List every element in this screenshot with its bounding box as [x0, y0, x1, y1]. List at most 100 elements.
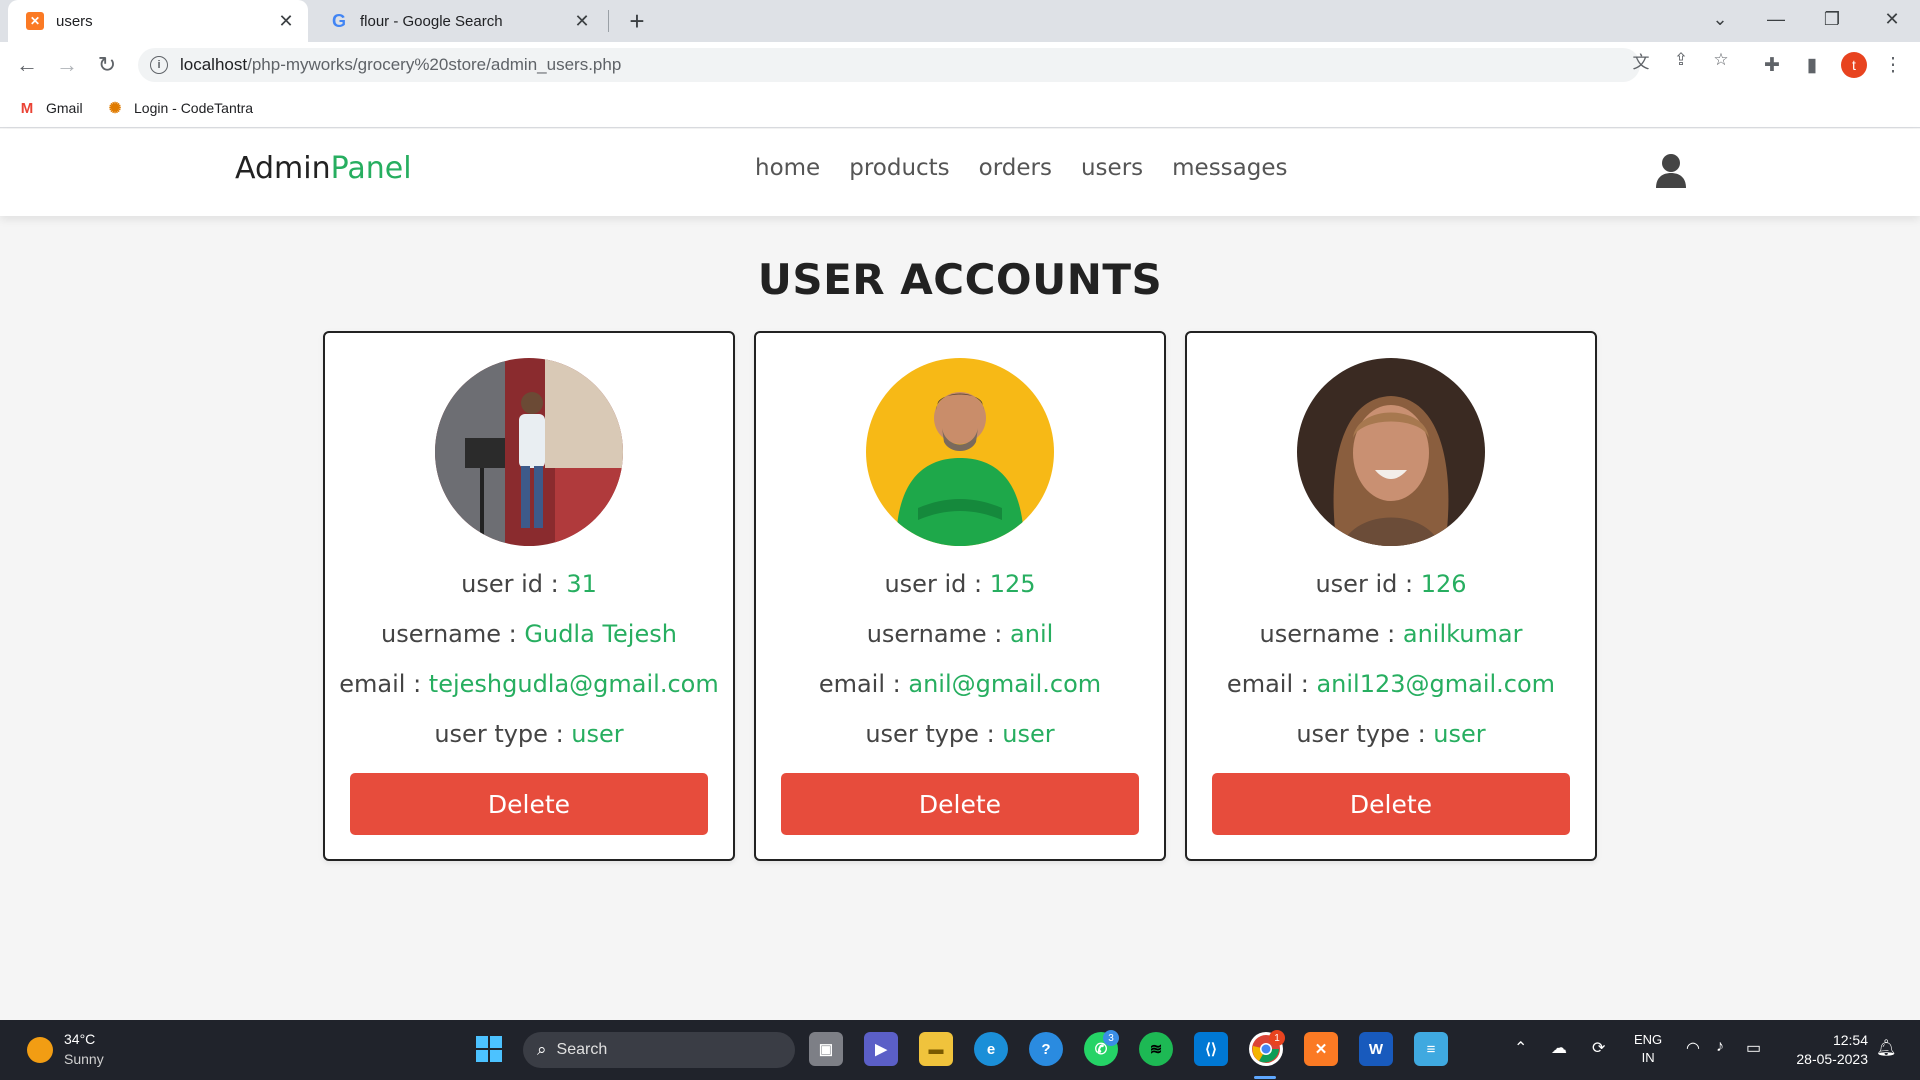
browser-toolbar: ← → ↻ i localhost/php-myworks/grocery%20… — [0, 42, 1920, 88]
tab-google-search[interactable]: G flour - Google Search ✕ — [312, 0, 604, 42]
vscode-icon[interactable]: ⟨⟩ — [1194, 1032, 1228, 1066]
gmail-icon: M — [20, 99, 34, 117]
nav-orders[interactable]: orders — [979, 155, 1052, 181]
search-icon: ⌕ — [537, 1040, 547, 1059]
taskbar-clock[interactable]: 12:54 28-05-2023 — [1780, 1031, 1868, 1069]
spotify-icon[interactable]: ≋ — [1139, 1032, 1173, 1066]
taskbar-search[interactable]: ⌕ Search — [523, 1032, 795, 1068]
url-text: localhost/php-myworks/grocery%20store/ad… — [180, 55, 622, 74]
user-icon[interactable] — [1655, 153, 1687, 189]
whatsapp-badge: 3 — [1103, 1030, 1119, 1046]
chrome-badge: 1 — [1269, 1030, 1285, 1046]
nav-home[interactable]: home — [755, 155, 820, 181]
word-icon[interactable]: W — [1359, 1032, 1393, 1066]
admin-panel-logo[interactable]: AdminPanel — [235, 151, 412, 186]
site-header: AdminPanel home products orders users me… — [0, 129, 1920, 216]
battery-icon[interactable]: ▭ — [1746, 1038, 1761, 1058]
weather-temperature[interactable]: 34°C — [64, 1031, 95, 1047]
email-value: anil@gmail.com — [908, 670, 1102, 698]
user-card: user id : 31 username : Gudla Tejesh ema… — [323, 331, 735, 861]
email-line: email : anil123@gmail.com — [1226, 670, 1556, 698]
browser-tab-bar: ✕ users ✕ G flour - Google Search ✕ + ⌄ … — [0, 0, 1920, 42]
help-icon[interactable]: ? — [1029, 1032, 1063, 1066]
user-avatar-image — [435, 358, 623, 546]
nav-messages[interactable]: messages — [1172, 155, 1287, 181]
user-card: user id : 125 username : anil email : an… — [754, 331, 1166, 861]
profile-avatar[interactable]: t — [1841, 52, 1867, 78]
user-type-value: user — [571, 720, 624, 748]
user-avatar-image — [1297, 358, 1485, 546]
bookmark-gmail[interactable]: M Gmail — [18, 96, 83, 120]
username-line: username : anilkumar — [1259, 620, 1523, 648]
tab-title: flour - Google Search — [360, 12, 503, 30]
email-value: tejeshgudla@gmail.com — [428, 670, 719, 698]
username-value: Gudla Tejesh — [524, 620, 677, 648]
site-info-icon[interactable]: i — [150, 56, 168, 74]
close-window-icon[interactable]: ✕ — [1864, 0, 1920, 38]
user-id-value: 125 — [989, 570, 1036, 598]
user-id-value: 31 — [566, 570, 597, 598]
extensions-icon[interactable]: ✚ — [1759, 52, 1785, 78]
user-id-line: user id : 31 — [461, 570, 597, 598]
email-value: anil123@gmail.com — [1316, 670, 1556, 698]
user-card: user id : 126 username : anilkumar email… — [1185, 331, 1597, 861]
tab-users[interactable]: ✕ users ✕ — [8, 0, 308, 42]
main-nav: home products orders users messages — [755, 155, 1317, 181]
language-indicator[interactable]: ENG IN — [1634, 1031, 1662, 1067]
edge-icon[interactable]: e — [974, 1032, 1008, 1066]
windows-start-icon[interactable] — [472, 1032, 506, 1066]
xampp-icon: ✕ — [26, 12, 44, 30]
user-type-line: user type : user — [865, 720, 1055, 748]
file-explorer-icon[interactable]: ▬ — [919, 1032, 953, 1066]
translate-icon[interactable]: 文 — [1630, 49, 1652, 72]
taskbar-search-label: Search — [556, 1041, 608, 1058]
user-type-line: user type : user — [1296, 720, 1486, 748]
side-panel-icon[interactable]: ▮ — [1799, 52, 1825, 78]
back-icon[interactable]: ← — [12, 50, 42, 80]
menu-kebab-icon[interactable]: ⋮ — [1880, 52, 1906, 78]
xampp-taskbar-icon[interactable]: ✕ — [1304, 1032, 1338, 1066]
tab-separator — [608, 10, 609, 32]
user-type-value: user — [1002, 720, 1055, 748]
bookmarks-bar: M Gmail ✺ Login - CodeTantra — [0, 88, 1920, 128]
onedrive-cloud-icon[interactable]: ☁ — [1551, 1038, 1567, 1058]
bookmark-star-icon[interactable]: ☆ — [1710, 49, 1732, 71]
wifi-icon[interactable]: ◠ — [1686, 1038, 1700, 1058]
bookmark-codetantra[interactable]: ✺ Login - CodeTantra — [106, 96, 253, 120]
sync-icon[interactable]: ⟳ — [1592, 1038, 1605, 1058]
bookmark-label: Login - CodeTantra — [134, 100, 254, 116]
nav-products[interactable]: products — [849, 155, 949, 181]
reload-icon[interactable]: ↻ — [92, 50, 122, 80]
codetantra-icon: ✺ — [108, 100, 122, 117]
windows-taskbar: 34°C Sunny ⌕ Search ▣ ▶ ▬ e ? ✆ 3 ≋ ⟨⟩ 1… — [0, 1020, 1920, 1080]
user-id-line: user id : 125 — [884, 570, 1036, 598]
user-avatar-image — [866, 358, 1054, 546]
google-icon: G — [331, 10, 346, 31]
tab-search-chevron-icon[interactable]: ⌄ — [1692, 0, 1748, 38]
username-value: anil — [1010, 620, 1054, 648]
tab-close-icon[interactable]: ✕ — [274, 9, 298, 33]
new-tab-button[interactable]: + — [622, 6, 652, 36]
notification-bell-icon[interactable]: 🔔︎ — [1876, 1038, 1896, 1058]
tab-close-icon[interactable]: ✕ — [570, 9, 594, 33]
username-value: anilkumar — [1402, 620, 1523, 648]
notepad-icon[interactable]: ≡ — [1414, 1032, 1448, 1066]
delete-button[interactable]: Delete — [781, 773, 1139, 835]
user-id-line: user id : 126 — [1315, 570, 1467, 598]
tray-chevron-up-icon[interactable]: ⌃ — [1514, 1038, 1527, 1058]
nav-users[interactable]: users — [1081, 155, 1143, 181]
forward-icon[interactable]: → — [52, 50, 82, 80]
username-line: username : Gudla Tejesh — [381, 620, 677, 648]
delete-button[interactable]: Delete — [350, 773, 708, 835]
task-view-icon[interactable]: ▣ — [809, 1032, 843, 1066]
address-bar[interactable]: i localhost/php-myworks/grocery%20store/… — [138, 48, 1640, 82]
teams-chat-icon[interactable]: ▶ — [864, 1032, 898, 1066]
weather-description[interactable]: Sunny — [64, 1051, 104, 1067]
volume-icon[interactable]: ♪ — [1716, 1038, 1724, 1056]
minimize-icon[interactable]: — — [1748, 0, 1804, 38]
delete-button[interactable]: Delete — [1212, 773, 1570, 835]
user-type-line: user type : user — [434, 720, 624, 748]
restore-icon[interactable]: ❐ — [1804, 0, 1860, 38]
share-icon[interactable]: ⇪ — [1670, 49, 1692, 71]
sun-icon[interactable] — [27, 1037, 53, 1063]
